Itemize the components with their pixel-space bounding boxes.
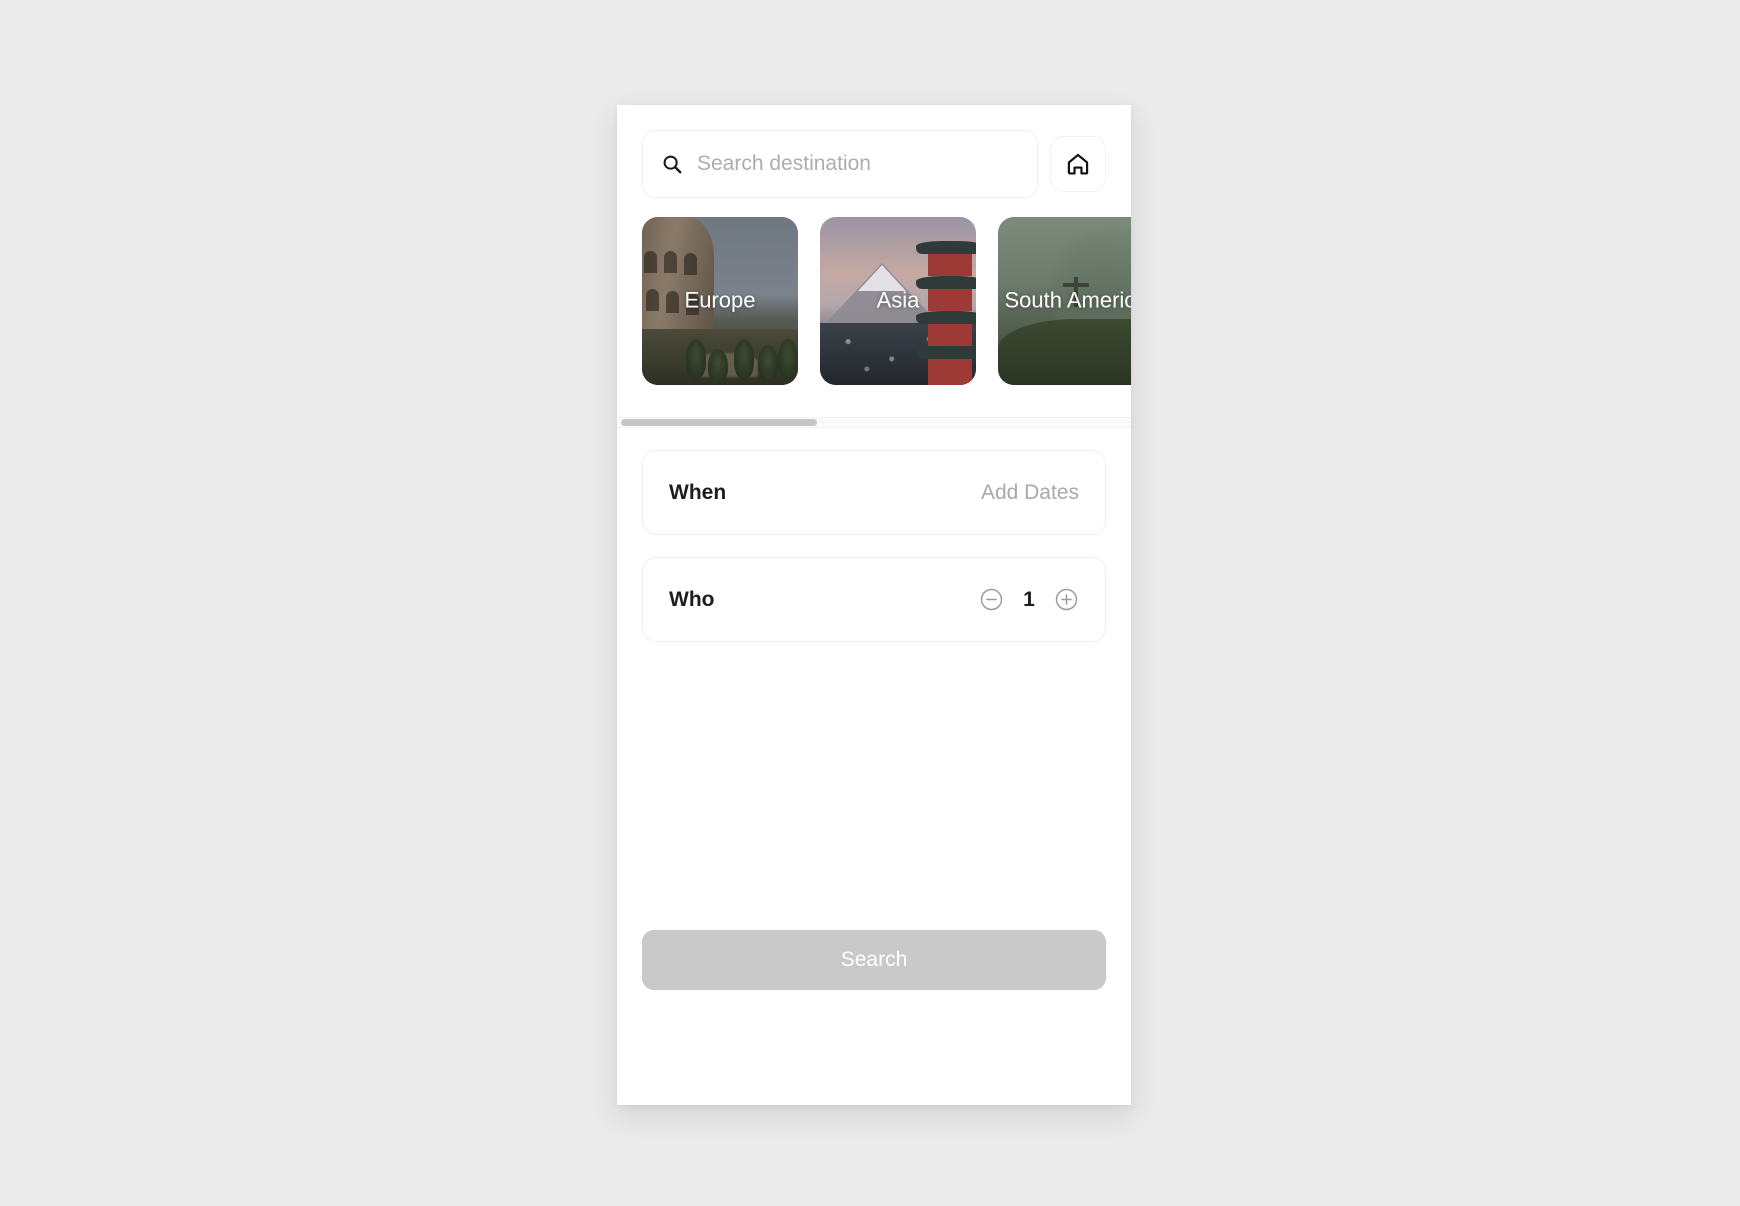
home-icon	[1067, 153, 1089, 175]
guest-stepper: 1	[979, 587, 1079, 612]
when-value[interactable]: Add Dates	[981, 481, 1079, 505]
destination-carousel[interactable]: Europe Asia South Americ	[617, 217, 1131, 450]
destination-card-europe[interactable]: Europe	[642, 217, 798, 385]
search-icon	[663, 155, 682, 174]
destination-card-south-america[interactable]: South America	[998, 217, 1131, 385]
search-input[interactable]	[697, 152, 1019, 176]
search-submit-button[interactable]: Search	[642, 930, 1106, 990]
mobile-app-panel: Europe	[617, 105, 1131, 1105]
destination-card-label: South America	[1004, 287, 1131, 313]
plus-circle-icon[interactable]	[1054, 587, 1079, 612]
carousel-scrollbar-track[interactable]	[617, 417, 1131, 428]
search-row	[642, 130, 1106, 198]
home-button[interactable]	[1050, 136, 1106, 192]
destination-card-list: Europe Asia South Americ	[642, 217, 1131, 385]
destination-card-asia[interactable]: Asia	[820, 217, 976, 385]
destination-card-label: Asia	[876, 287, 920, 313]
who-label: Who	[669, 587, 715, 611]
who-row[interactable]: Who 1	[642, 557, 1106, 642]
minus-circle-icon[interactable]	[979, 587, 1004, 612]
when-row[interactable]: When Add Dates	[642, 450, 1106, 535]
when-label: When	[669, 480, 727, 504]
carousel-scrollbar-thumb[interactable]	[621, 419, 817, 426]
guest-count: 1	[1023, 587, 1035, 611]
search-field-container[interactable]	[642, 130, 1038, 198]
destination-card-label: Europe	[684, 287, 756, 313]
